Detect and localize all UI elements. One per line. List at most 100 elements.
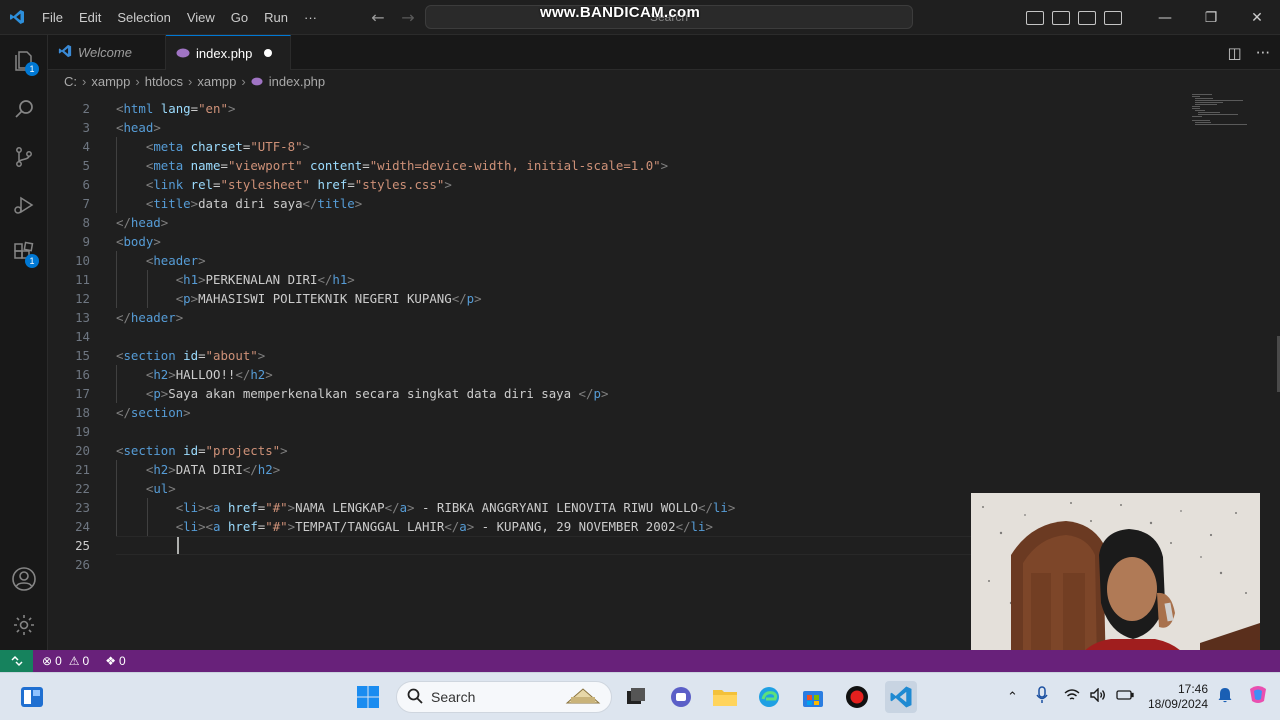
restore-button[interactable]: ❐ bbox=[1188, 0, 1234, 35]
code-line[interactable]: 21 <h2>DATA DIRI</h2> bbox=[48, 460, 1280, 479]
accounts-icon[interactable] bbox=[0, 555, 48, 603]
forward-arrow-icon[interactable]: → bbox=[398, 8, 418, 27]
menu-bar: File Edit Selection View Go Run ··· bbox=[34, 0, 325, 35]
php-file-icon bbox=[251, 74, 263, 89]
indent-guide bbox=[146, 270, 148, 289]
source-control-icon[interactable] bbox=[0, 133, 48, 181]
start-menu-icon[interactable] bbox=[352, 681, 384, 713]
edge-browser-icon[interactable] bbox=[753, 681, 785, 713]
code-line[interactable]: 12 <p>MAHASISWI POLITEKNIK NEGERI KUPANG… bbox=[48, 289, 1280, 308]
tab-welcome[interactable]: Welcome bbox=[48, 35, 166, 70]
line-number: 15 bbox=[75, 348, 90, 363]
code-line[interactable]: 11 <h1>PERKENALAN DIRI</h1> bbox=[48, 270, 1280, 289]
toggle-secondary-sidebar-icon[interactable] bbox=[1078, 10, 1096, 25]
code-line[interactable]: 14 bbox=[48, 327, 1280, 346]
notification-bell-icon[interactable] bbox=[1218, 687, 1232, 707]
microsoft-store-icon[interactable] bbox=[797, 681, 829, 713]
search-icon[interactable] bbox=[0, 85, 48, 133]
code-line[interactable]: 15 <section id="about"> bbox=[48, 346, 1280, 365]
run-debug-icon[interactable] bbox=[0, 181, 48, 229]
menu-selection[interactable]: Selection bbox=[109, 10, 178, 25]
file-explorer-icon[interactable] bbox=[709, 681, 741, 713]
code-line[interactable]: 2 <html lang="en"> bbox=[48, 99, 1280, 118]
copilot-icon[interactable] bbox=[1246, 683, 1270, 711]
more-actions-icon[interactable]: ··· bbox=[1256, 44, 1270, 62]
line-number: 24 bbox=[75, 519, 90, 534]
menu-view[interactable]: View bbox=[179, 10, 223, 25]
teams-chat-icon[interactable] bbox=[665, 681, 697, 713]
bandicam-record-icon[interactable] bbox=[841, 681, 873, 713]
volume-icon[interactable] bbox=[1090, 687, 1106, 706]
menu-run[interactable]: Run bbox=[256, 10, 296, 25]
chevron-right-icon: › bbox=[241, 73, 246, 89]
code-line[interactable]: 3 <head> bbox=[48, 118, 1280, 137]
taskbar-search-placeholder: Search bbox=[431, 689, 476, 705]
code-line[interactable]: 6 <link rel="stylesheet" href="styles.cs… bbox=[48, 175, 1280, 194]
line-number: 4 bbox=[82, 139, 90, 154]
taskbar-search[interactable]: Search bbox=[396, 681, 612, 713]
ports-status[interactable]: ❖ 0 bbox=[105, 654, 125, 668]
task-view-icon[interactable] bbox=[620, 681, 652, 713]
code-line[interactable]: 4 <meta charset="UTF-8"> bbox=[48, 137, 1280, 156]
code-text: <p>Saya akan memperkenalkan secara singk… bbox=[145, 386, 609, 401]
code-text: <li><a href="#">TEMPAT/TANGGAL LAHIR</a>… bbox=[175, 519, 713, 534]
code-text: <section id="projects"> bbox=[116, 443, 288, 458]
microphone-icon[interactable] bbox=[1036, 686, 1048, 708]
menu-more[interactable]: ··· bbox=[296, 10, 325, 25]
toggle-primary-sidebar-icon[interactable] bbox=[1026, 10, 1044, 25]
minimize-button[interactable]: — bbox=[1142, 0, 1188, 35]
navigation-arrows: ← → bbox=[368, 0, 418, 35]
code-line[interactable]: 7 <title>data diri saya</title> bbox=[48, 194, 1280, 213]
explorer-icon[interactable]: 1 bbox=[0, 37, 48, 85]
code-line[interactable]: 9 <body> bbox=[48, 232, 1280, 251]
breadcrumb-file[interactable]: index.php bbox=[269, 74, 325, 89]
breadcrumb-drive[interactable]: C: bbox=[64, 74, 77, 89]
indent-guide bbox=[116, 479, 117, 498]
code-line[interactable]: 20 <section id="projects"> bbox=[48, 441, 1280, 460]
line-number: 16 bbox=[75, 367, 90, 382]
clock[interactable]: 17:46 18/09/2024 bbox=[1148, 682, 1208, 712]
code-text: <li><a href="#">NAMA LENGKAP</a> - RIBKA… bbox=[175, 500, 736, 515]
menu-edit[interactable]: Edit bbox=[71, 10, 109, 25]
toggle-panel-icon[interactable] bbox=[1052, 10, 1070, 25]
breadcrumb-htdocs[interactable]: htdocs bbox=[145, 74, 183, 89]
chevron-up-icon[interactable]: ⌃ bbox=[1007, 690, 1018, 705]
extensions-icon[interactable]: 1 bbox=[0, 229, 48, 277]
split-editor-icon[interactable]: ◫ bbox=[1228, 44, 1242, 62]
unsaved-dot-icon[interactable] bbox=[264, 49, 273, 57]
widgets-icon[interactable] bbox=[16, 681, 48, 713]
indent-guide bbox=[116, 270, 117, 289]
code-line[interactable]: 19 bbox=[48, 422, 1280, 441]
line-number: 14 bbox=[75, 329, 90, 344]
indent-guide bbox=[146, 289, 148, 308]
ports-icon: ❖ bbox=[105, 654, 116, 668]
code-line[interactable]: 18 </section> bbox=[48, 403, 1280, 422]
menu-file[interactable]: File bbox=[34, 10, 71, 25]
indent-guide bbox=[116, 137, 117, 156]
ports-count: 0 bbox=[118, 654, 126, 668]
breadcrumb-xampp[interactable]: xampp bbox=[91, 74, 130, 89]
remote-indicator-icon[interactable] bbox=[0, 650, 33, 672]
close-button[interactable]: ✕ bbox=[1234, 0, 1280, 35]
code-line[interactable]: 17 <p>Saya akan memperkenalkan secara si… bbox=[48, 384, 1280, 403]
vscode-taskbar-icon[interactable] bbox=[885, 681, 917, 713]
code-text: <meta name="viewport" content="width=dev… bbox=[145, 158, 669, 173]
menu-go[interactable]: Go bbox=[223, 10, 256, 25]
battery-icon[interactable] bbox=[1116, 689, 1134, 705]
back-arrow-icon[interactable]: ← bbox=[368, 8, 388, 27]
problems-status[interactable]: ⊗ 0 ⚠ 0 bbox=[42, 654, 89, 668]
line-number: 3 bbox=[82, 120, 90, 135]
code-text: </section> bbox=[116, 405, 191, 420]
code-line[interactable]: 16 <h2>HALLOO!!</h2> bbox=[48, 365, 1280, 384]
code-line[interactable]: 5 <meta name="viewport" content="width=d… bbox=[48, 156, 1280, 175]
wifi-icon[interactable] bbox=[1064, 688, 1080, 706]
code-line[interactable]: 10 <header> bbox=[48, 251, 1280, 270]
clock-time: 17:46 bbox=[1177, 682, 1208, 696]
settings-gear-icon[interactable] bbox=[0, 601, 48, 649]
tab-index-php[interactable]: index.php bbox=[166, 35, 291, 70]
breadcrumb-xampp-sub[interactable]: xampp bbox=[197, 74, 236, 89]
code-line[interactable]: 8 </head> bbox=[48, 213, 1280, 232]
customize-layout-icon[interactable] bbox=[1104, 10, 1122, 25]
line-number: 13 bbox=[75, 310, 90, 325]
code-line[interactable]: 13 </header> bbox=[48, 308, 1280, 327]
